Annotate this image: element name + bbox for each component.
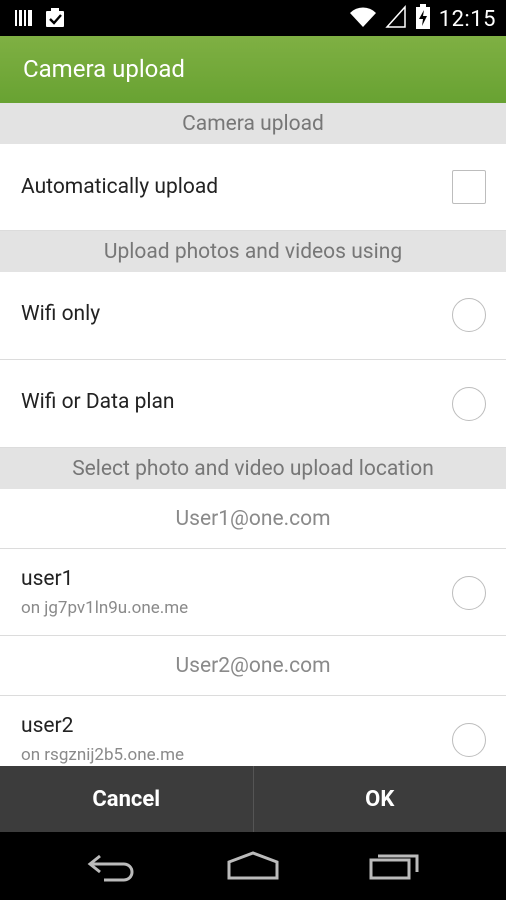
auto-upload-row[interactable]: Automatically upload — [0, 144, 506, 231]
wifi-only-row[interactable]: Wifi only — [0, 272, 506, 360]
dialog-button-bar: Cancel OK — [0, 766, 506, 832]
wifi-only-label: Wifi only — [21, 302, 101, 326]
account-email-user1: User1@one.com — [0, 489, 506, 549]
account-name-user2: user2 — [21, 714, 74, 738]
home-icon[interactable] — [226, 850, 280, 886]
page-title: Camera upload — [23, 55, 185, 83]
signal-icon — [385, 5, 407, 33]
account-radio-user2[interactable] — [452, 723, 486, 757]
wifi-only-radio[interactable] — [452, 298, 486, 332]
section-header-location: Select photo and video upload location — [0, 448, 506, 489]
account-name-user1: user1 — [21, 567, 74, 591]
barcode-icon — [14, 8, 34, 32]
settings-list[interactable]: Camera upload Automatically upload Uploa… — [0, 103, 506, 766]
battery-charging-icon — [415, 4, 431, 34]
account-row-user1[interactable]: user1 on jg7pv1ln9u.one.me — [0, 549, 506, 636]
auto-upload-checkbox[interactable] — [452, 170, 486, 204]
section-header-network: Upload photos and videos using — [0, 231, 506, 272]
wifi-or-data-label: Wifi or Data plan — [21, 390, 175, 414]
section-header-camera-upload: Camera upload — [0, 103, 506, 144]
account-row-user2[interactable]: user2 on rsgznij2b5.one.me — [0, 696, 506, 766]
cancel-button[interactable]: Cancel — [0, 766, 254, 832]
account-host-user1: on jg7pv1ln9u.one.me — [21, 598, 189, 618]
recent-apps-icon[interactable] — [368, 850, 422, 886]
account-host-user2: on rsgznij2b5.one.me — [21, 745, 185, 765]
back-icon[interactable] — [86, 850, 138, 886]
navigation-bar — [0, 832, 506, 900]
ok-button[interactable]: OK — [254, 766, 506, 832]
account-radio-user1[interactable] — [452, 576, 486, 610]
wifi-or-data-radio[interactable] — [452, 387, 486, 421]
status-bar: 12:15 — [0, 0, 506, 36]
status-time: 12:15 — [438, 6, 496, 32]
wifi-icon — [349, 5, 377, 33]
action-bar: Camera upload — [0, 36, 506, 103]
clipboard-check-icon — [44, 7, 66, 33]
wifi-or-data-row[interactable]: Wifi or Data plan — [0, 360, 506, 448]
auto-upload-label: Automatically upload — [21, 175, 219, 199]
account-email-user2: User2@one.com — [0, 636, 506, 696]
